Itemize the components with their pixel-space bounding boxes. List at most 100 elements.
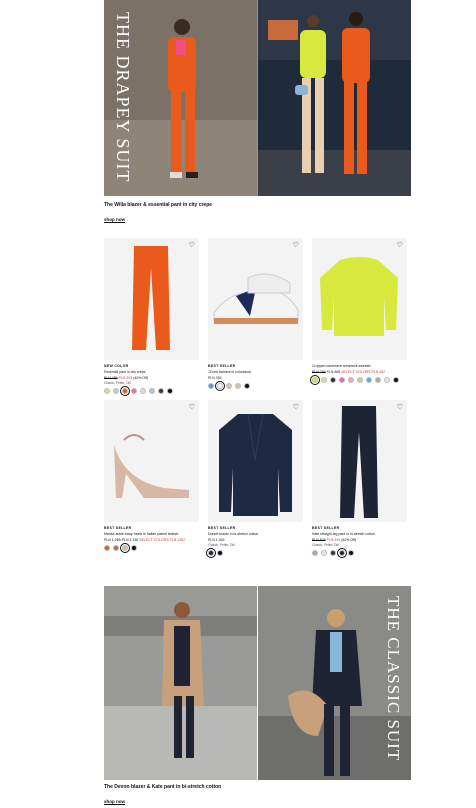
color-swatch[interactable] — [226, 383, 232, 389]
heart-icon[interactable]: ♡ — [293, 241, 299, 249]
product-name[interactable]: Kate straight-leg pant in bi-stretch cot… — [312, 532, 407, 536]
product-card[interactable]: ♡ NEW COLOR Essential pant in city crepe… — [104, 238, 199, 396]
color-swatch[interactable] — [120, 386, 130, 396]
color-swatch[interactable] — [208, 383, 214, 389]
trainer-shoe-illustration — [208, 238, 303, 360]
color-swatch[interactable] — [310, 375, 320, 385]
product-image[interactable]: ♡ — [104, 238, 199, 360]
color-swatch[interactable] — [348, 377, 354, 383]
price-range: PLN 1,265-PLN 1,335 — [104, 538, 139, 542]
swatch-row — [104, 386, 199, 396]
product-image[interactable]: ♡ — [208, 238, 303, 360]
yellow-sweater-illustration — [312, 238, 407, 360]
two-women-street-illustration — [257, 0, 411, 196]
color-swatch[interactable] — [330, 377, 336, 383]
product-name[interactable]: Essential pant in city crepe — [104, 370, 199, 374]
product-price: PLN 875 PLN 444 (40% Off) — [312, 538, 407, 542]
product-price: PLN 1,265-PLN 1,335 SELECT COLORS PLN 12… — [104, 538, 199, 542]
heart-icon[interactable]: ♡ — [397, 241, 403, 249]
navy-blazer-illustration — [208, 400, 303, 522]
color-swatch[interactable] — [131, 545, 137, 551]
heart-icon[interactable]: ♡ — [397, 403, 403, 411]
color-swatch[interactable] — [348, 550, 354, 556]
product-card[interactable]: ♡ BEST SELLER JCrew trainers in colorblo… — [208, 238, 303, 394]
color-swatch[interactable] — [104, 545, 110, 551]
hero-bottom-right-photo: THE CLASSIC SUIT — [257, 586, 411, 780]
color-swatch[interactable] — [113, 545, 119, 551]
heels-illustration — [104, 400, 199, 522]
product-sizes: Classic, Petite, Tall — [208, 543, 235, 547]
price-sale: PLN 565 — [326, 370, 341, 374]
color-swatch[interactable] — [393, 377, 399, 383]
color-swatch[interactable] — [366, 377, 372, 383]
color-swatch[interactable] — [384, 377, 390, 383]
product-badge: NEW COLOR — [104, 364, 129, 368]
product-card[interactable]: ♡ BEST SELLER Kate straight-leg pant in … — [312, 400, 407, 558]
color-swatch[interactable] — [149, 388, 155, 394]
color-swatch[interactable] — [339, 377, 345, 383]
price-old: PLN 755 — [312, 370, 326, 374]
product-name[interactable]: Dorset blazer in bi-stretch cotton — [208, 532, 303, 536]
price-sale: PLN 444 — [326, 538, 341, 542]
color-swatch[interactable] — [113, 388, 119, 394]
color-swatch[interactable] — [140, 388, 146, 394]
color-swatch[interactable] — [244, 383, 250, 389]
product-price: PLN 755 PLN 565 SELECT COLORS PLN 452 — [312, 370, 407, 374]
woman-camel-coat-illustration — [104, 586, 257, 780]
price-note: (40% Off) — [133, 376, 149, 380]
color-swatch[interactable] — [235, 383, 241, 389]
price-sale: PLN 293 — [118, 376, 133, 380]
swatch-row — [312, 548, 407, 558]
color-swatch[interactable] — [321, 377, 327, 383]
product-badge: BEST SELLER — [104, 526, 132, 530]
product-price: PLN 489 PLN 293 (40% Off) — [104, 376, 199, 380]
product-image[interactable]: ♡ — [312, 400, 407, 522]
product-sizes: Classic, Petite, Tall — [312, 543, 339, 547]
hero-bottom-shop-link[interactable]: shop now — [104, 799, 125, 805]
product-card[interactable]: ♡ Cropped cashmere crewneck sweater PLN … — [310, 238, 407, 394]
swatch-row — [310, 375, 407, 385]
swatch-row — [206, 548, 303, 558]
product-name[interactable]: JCrew trainers in colorblock — [208, 370, 303, 374]
heart-icon[interactable]: ♡ — [189, 241, 195, 249]
color-swatch[interactable] — [375, 377, 381, 383]
color-swatch[interactable] — [131, 388, 137, 394]
orange-pant-illustration — [104, 238, 199, 360]
color-swatch[interactable] — [312, 550, 318, 556]
hero-bottom-caption-block: The Devon blazer & Kate pant in bi-stret… — [104, 784, 221, 808]
navy-pant-illustration — [312, 400, 407, 522]
color-swatch[interactable] — [215, 381, 225, 391]
hero-top-image[interactable]: THE DRAPEY SUIT — [104, 0, 411, 196]
product-sizes: Classic, Petite, Tall — [104, 381, 131, 385]
color-swatch[interactable] — [104, 388, 110, 394]
product-price: PLN 1,334 — [208, 538, 225, 542]
heart-icon[interactable]: ♡ — [293, 403, 299, 411]
color-swatch[interactable] — [158, 388, 164, 394]
color-swatch[interactable] — [120, 543, 130, 553]
product-image[interactable]: ♡ — [208, 400, 303, 522]
color-swatch[interactable] — [217, 550, 223, 556]
product-image[interactable]: ♡ — [104, 400, 199, 522]
heart-icon[interactable]: ♡ — [189, 403, 195, 411]
product-card[interactable]: ♡ BEST SELLER Marisa ankle-strap heels i… — [104, 400, 199, 556]
hero-top-caption: The Willa blazer & essential pant in cit… — [104, 202, 213, 208]
hero-bottom-caption: The Devon blazer & Kate pant in bi-stret… — [104, 784, 222, 790]
product-price: PLN 354 — [208, 376, 222, 380]
color-swatch[interactable] — [330, 550, 336, 556]
swatch-row — [104, 543, 199, 553]
price-old: PLN 875 — [312, 538, 326, 542]
product-image[interactable]: ♡ — [312, 238, 407, 360]
price-note: (40% Off) — [341, 538, 357, 542]
hero-left-photo: THE DRAPEY SUIT — [104, 0, 258, 196]
color-swatch[interactable] — [337, 548, 347, 558]
hero-top-shop-link[interactable]: shop now — [104, 217, 125, 223]
color-swatch[interactable] — [167, 388, 173, 394]
color-swatch[interactable] — [206, 548, 216, 558]
hero-bottom-image[interactable]: THE CLASSIC SUIT — [104, 586, 411, 780]
color-swatch[interactable] — [357, 377, 363, 383]
product-name[interactable]: Marisa ankle-strap heels in Italian pate… — [104, 532, 199, 536]
product-card[interactable]: ♡ BEST SELLER Dorset blazer in bi-stretc… — [206, 400, 303, 558]
color-swatch[interactable] — [321, 550, 327, 556]
product-name[interactable]: Cropped cashmere crewneck sweater — [312, 364, 407, 368]
price-old: PLN 489 — [104, 376, 118, 380]
